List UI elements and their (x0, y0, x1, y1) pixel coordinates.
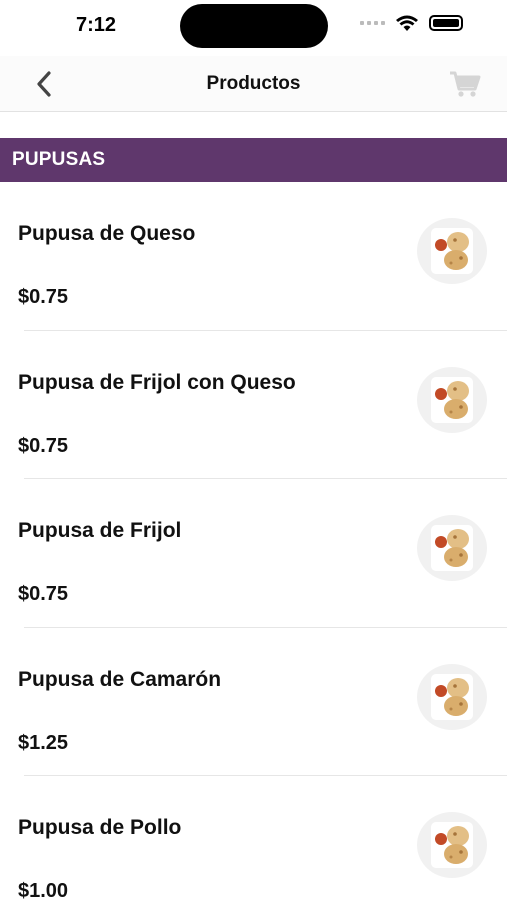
dynamic-island (180, 4, 328, 48)
product-name: Pupusa de Queso (18, 222, 196, 245)
cellular-dots-icon (360, 21, 385, 25)
product-price: $0.75 (18, 434, 69, 457)
pupusa-thumbnail (417, 812, 487, 878)
pupusa-thumbnail (417, 218, 487, 284)
cart-icon (450, 71, 481, 97)
category-header: PUPUSAS (0, 138, 507, 182)
product-price: $0.75 (18, 286, 69, 308)
status-icons (360, 14, 463, 32)
product-price: $0.75 (18, 583, 69, 605)
product-list: Pupusa de Queso $0.75 Pupusa de Frijol c… (0, 182, 507, 900)
navigation-bar: Productos (0, 56, 507, 112)
product-name: Pupusa de Frijol con Queso (18, 370, 296, 394)
product-price: $1.00 (18, 880, 69, 900)
back-button[interactable] (30, 70, 58, 98)
chevron-left-icon (37, 71, 51, 97)
product-name: Pupusa de Frijol (18, 519, 182, 542)
cart-button[interactable] (449, 70, 481, 98)
product-name: Pupusa de Camarón (18, 667, 222, 691)
pupusa-thumbnail (417, 515, 487, 581)
pupusa-thumbnail (417, 366, 487, 433)
product-price: $1.25 (18, 731, 69, 754)
product-name: Pupusa de Pollo (18, 816, 182, 839)
list-item[interactable]: Pupusa de Camarón $1.25 (0, 628, 507, 777)
battery-icon (429, 15, 463, 31)
status-time: 7:12 (76, 14, 117, 36)
pupusa-thumbnail (417, 663, 487, 730)
category-label: PUPUSAS (12, 149, 106, 170)
wifi-icon (396, 15, 418, 31)
list-item[interactable]: Pupusa de Queso $0.75 (0, 182, 507, 331)
page-title: Productos (206, 72, 301, 94)
list-item[interactable]: Pupusa de Pollo $1.00 (0, 776, 507, 900)
list-item[interactable]: Pupusa de Frijol con Queso $0.75 (0, 331, 507, 480)
status-bar: 7:12 (0, 0, 507, 56)
list-item[interactable]: Pupusa de Frijol $0.75 (0, 479, 507, 628)
